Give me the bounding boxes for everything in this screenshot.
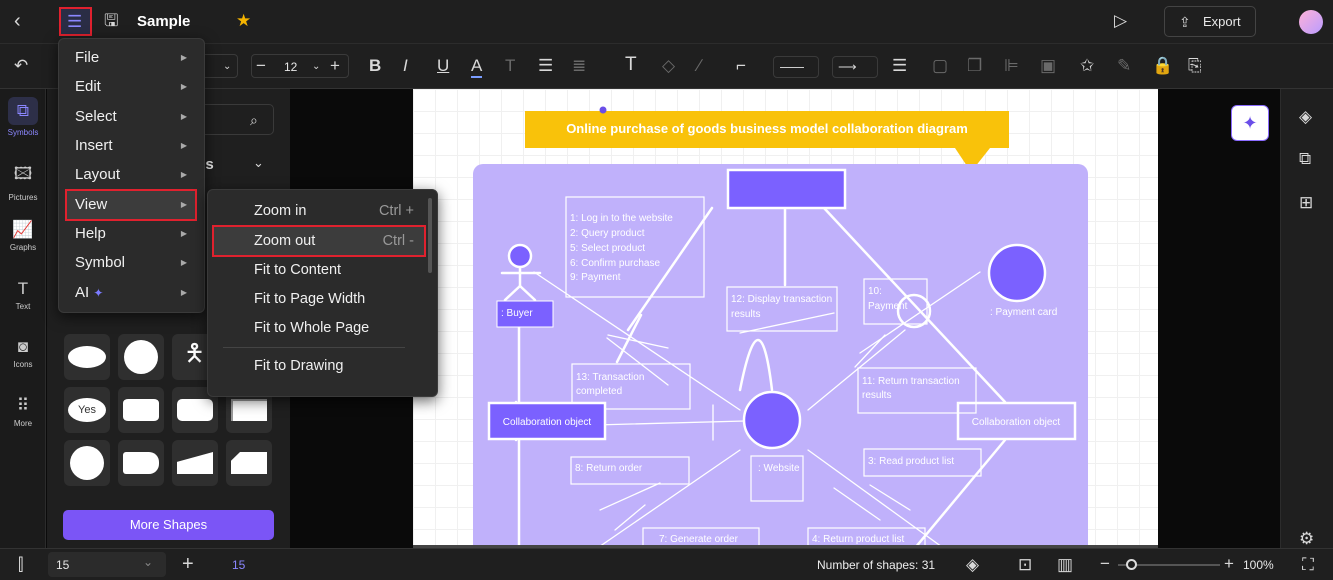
msg-10: 10: <box>868 286 882 297</box>
menu-label: Select <box>75 108 117 125</box>
top-object[interactable] <box>726 168 847 210</box>
submenu-label: Zoom in <box>254 203 307 219</box>
selection-handle[interactable] <box>599 106 607 114</box>
submenu-label: Fit to Content <box>254 262 342 278</box>
msg-3: 3: Read product list <box>868 456 954 467</box>
divider <box>223 347 405 348</box>
submenu-scrollbar[interactable] <box>428 198 432 273</box>
submenu-label: Fit to Page Width <box>254 291 366 307</box>
shortcut-label: Ctrl + <box>378 203 414 219</box>
chevron-right-icon: ▶ <box>180 258 187 267</box>
fill-style-icon[interactable]: ◈ <box>1299 107 1312 127</box>
menu-label: Help <box>75 225 106 242</box>
menu-label: Layout <box>75 166 121 183</box>
msg-13: 13: Transaction <box>576 372 644 383</box>
menu-label: Insert <box>75 137 113 154</box>
submenu-fit-whole-page[interactable]: Fit to Whole Page <box>214 314 424 342</box>
chevron-right-icon: ▶ <box>180 229 187 238</box>
chevron-right-icon: ▶ <box>180 200 187 209</box>
shortcut-label: Ctrl - <box>382 233 414 249</box>
zoom-out-icon[interactable]: − <box>1100 554 1110 574</box>
chevron-right-icon: ▶ <box>180 141 187 150</box>
submenu-fit-drawing[interactable]: Fit to Drawing <box>214 352 424 380</box>
menu-label: Symbol <box>75 254 126 271</box>
msg-line: 9: Payment <box>570 272 621 283</box>
payment-card-label: : Payment card <box>990 307 1057 318</box>
map-icon[interactable]: ▥ <box>1057 555 1073 575</box>
menu-label: File <box>75 49 100 66</box>
menu-label: Edit <box>75 78 101 95</box>
add-page-icon[interactable]: + <box>182 554 194 574</box>
menu-item-ai[interactable]: AI ✦ ▶ <box>67 279 195 307</box>
msg-7: 7: Generate order <box>659 534 739 545</box>
submenu-fit-content[interactable]: Fit to Content <box>214 256 424 284</box>
diagram-container[interactable] <box>473 164 1088 564</box>
msg-11: 11: Return transaction <box>862 376 960 387</box>
menu-item-help[interactable]: Help ▶ <box>67 220 195 248</box>
status-bar: ⫿ 15 ⌄ + 15 Number of shapes: 31 ◈ ⊡ ▥ − … <box>0 548 1333 580</box>
msg-line: 6: Confirm purchase <box>570 258 660 269</box>
msg-11: results <box>862 390 891 401</box>
page-settings-icon[interactable]: ⧉ <box>1299 149 1311 169</box>
page-tab[interactable]: 15 <box>232 558 245 572</box>
chevron-down-icon: ⌄ <box>143 555 154 569</box>
zoom-slider[interactable] <box>1118 559 1220 570</box>
collab-right-label[interactable]: Collaboration object <box>972 417 1061 428</box>
shape-count: Number of shapes: 31 <box>817 558 936 572</box>
msg-line: 5: Select product <box>570 243 645 254</box>
website-label: : Website <box>758 463 800 474</box>
submenu-zoom-out[interactable]: Zoom out Ctrl - <box>212 225 426 257</box>
website-object[interactable] <box>742 390 802 450</box>
chevron-right-icon: ▶ <box>180 170 187 179</box>
msg-line: 2: Query product <box>570 228 645 239</box>
msg-4: 4: Return product list <box>812 534 904 545</box>
focus-icon[interactable]: ⊡ <box>1018 555 1032 575</box>
diagram-title[interactable]: Online purchase of goods business model … <box>566 121 968 136</box>
msg-8: 8: Return order <box>575 463 643 474</box>
submenu-label: Fit to Whole Page <box>254 320 370 336</box>
menu-item-file[interactable]: File ▶ <box>67 44 195 72</box>
grid-apps-icon[interactable]: ⊞ <box>1299 193 1313 213</box>
menu-item-edit[interactable]: Edit ▶ <box>67 73 195 101</box>
sparkle-icon: ✦ <box>93 286 104 300</box>
submenu-label: Fit to Drawing <box>254 358 344 374</box>
chevron-right-icon: ▶ <box>180 288 187 297</box>
zoom-level[interactable]: 100% <box>1243 558 1274 572</box>
msg-12: 12: Display transaction <box>731 294 832 305</box>
submenu-fit-page-width[interactable]: Fit to Page Width <box>214 285 424 313</box>
zoom-in-icon[interactable]: + <box>1224 554 1234 574</box>
chevron-right-icon: ▶ <box>180 53 187 62</box>
chevron-right-icon: ▶ <box>180 112 187 121</box>
menu-item-layout[interactable]: Layout ▶ <box>67 161 195 189</box>
menu-item-insert[interactable]: Insert ▶ <box>67 132 195 160</box>
menu-item-symbol[interactable]: Symbol ▶ <box>67 249 195 277</box>
settings-sliders-icon[interactable]: ⚙ <box>1299 529 1314 549</box>
zoom-slider-handle[interactable] <box>1126 559 1137 570</box>
menu-item-select[interactable]: Select ▶ <box>67 103 195 131</box>
payment-card-object[interactable] <box>987 243 1047 303</box>
menu-label: View <box>75 196 108 213</box>
page-select[interactable]: 15 ⌄ <box>48 552 166 577</box>
page-layout-icon[interactable]: ⫿ <box>18 555 23 575</box>
submenu-zoom-in[interactable]: Zoom in Ctrl + <box>214 197 424 225</box>
menu-item-view[interactable]: View ▶ <box>65 189 197 221</box>
menu-label: AI <box>75 284 90 301</box>
msg-line: 1: Log in to the website <box>570 213 673 224</box>
right-rail: ◈ ⧉ ⊞ ⚙ <box>1280 89 1333 548</box>
ai-assistant-button[interactable]: ✦ <box>1231 105 1269 141</box>
sparkle-icon: ✦ <box>1242 113 1258 133</box>
main-menu: File ▶ Edit ▶ Select ▶ Insert ▶ Layout ▶ View… <box>58 38 205 313</box>
fullscreen-icon[interactable]: ⛶ <box>1302 555 1314 575</box>
collab-left-label[interactable]: Collaboration object <box>503 417 592 428</box>
msg-12: results <box>731 309 760 320</box>
layers-icon[interactable]: ◈ <box>966 555 979 575</box>
chevron-right-icon: ▶ <box>180 82 187 91</box>
view-submenu: Zoom in Ctrl + Zoom out Ctrl - Fit to Cont… <box>207 189 438 397</box>
submenu-label: Zoom out <box>254 233 316 249</box>
msg-13: completed <box>576 386 622 397</box>
buyer-label[interactable]: : Buyer <box>501 308 533 319</box>
page-select-value: 15 <box>56 558 70 572</box>
